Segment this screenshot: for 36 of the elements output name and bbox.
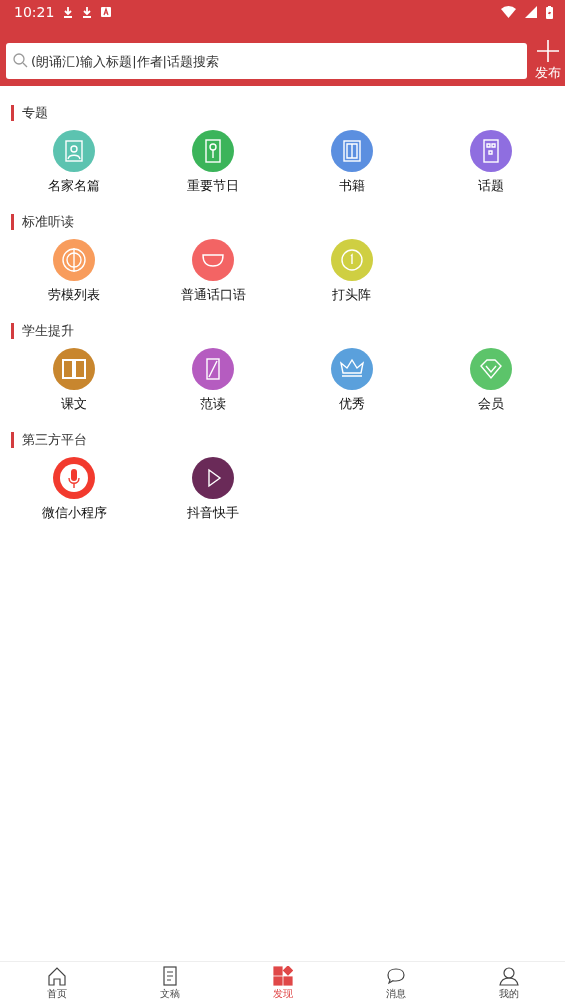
category-tile[interactable]: 微信小程序 bbox=[41, 457, 107, 522]
category-tile[interactable]: 普通话口语 bbox=[180, 239, 246, 304]
section-title: 标准听读 bbox=[22, 213, 74, 231]
plus-icon bbox=[537, 40, 559, 62]
category-tile[interactable]: 打头阵 bbox=[330, 239, 373, 304]
section-title: 第三方平台 bbox=[22, 431, 87, 449]
grid-icon bbox=[272, 965, 293, 986]
category-tile[interactable]: 劳模列表 bbox=[48, 239, 101, 304]
status-time: 10:21 bbox=[14, 4, 55, 20]
nav-tab[interactable]: 首页 bbox=[0, 962, 113, 1004]
nav-tab[interactable]: 我的 bbox=[452, 962, 565, 1004]
chat-icon bbox=[385, 965, 406, 986]
download-icon bbox=[63, 6, 74, 18]
nav-tab[interactable]: 文稿 bbox=[113, 962, 226, 1004]
search-field[interactable]: (朗诵汇)输入标题|作者|话题搜索 bbox=[6, 43, 527, 79]
category-tile[interactable]: 名家名篇 bbox=[48, 130, 101, 195]
notification-icon bbox=[101, 7, 112, 17]
publish-button[interactable]: 发布 bbox=[531, 40, 565, 82]
user-icon bbox=[498, 965, 519, 986]
category-tile[interactable]: 课文 bbox=[53, 348, 96, 413]
section-title: 专题 bbox=[22, 104, 48, 122]
category-tile[interactable]: 范读 bbox=[192, 348, 235, 413]
category-tile[interactable]: 话题 bbox=[469, 130, 512, 195]
wifi-icon bbox=[501, 6, 516, 18]
home-icon bbox=[46, 965, 67, 986]
battery-icon bbox=[546, 5, 553, 19]
category-tile[interactable]: 书籍 bbox=[330, 130, 373, 195]
category-tile[interactable]: 抖音快手 bbox=[187, 457, 240, 522]
nav-tab[interactable]: 消息 bbox=[339, 962, 452, 1004]
category-tile[interactable]: 优秀 bbox=[330, 348, 373, 413]
category-tile[interactable]: 重要节日 bbox=[187, 130, 240, 195]
download-icon bbox=[82, 6, 93, 18]
signal-icon bbox=[525, 6, 537, 18]
section-title: 学生提升 bbox=[22, 322, 74, 340]
nav-tab[interactable]: 发现 bbox=[226, 962, 339, 1004]
category-tile[interactable]: 会员 bbox=[469, 348, 512, 413]
